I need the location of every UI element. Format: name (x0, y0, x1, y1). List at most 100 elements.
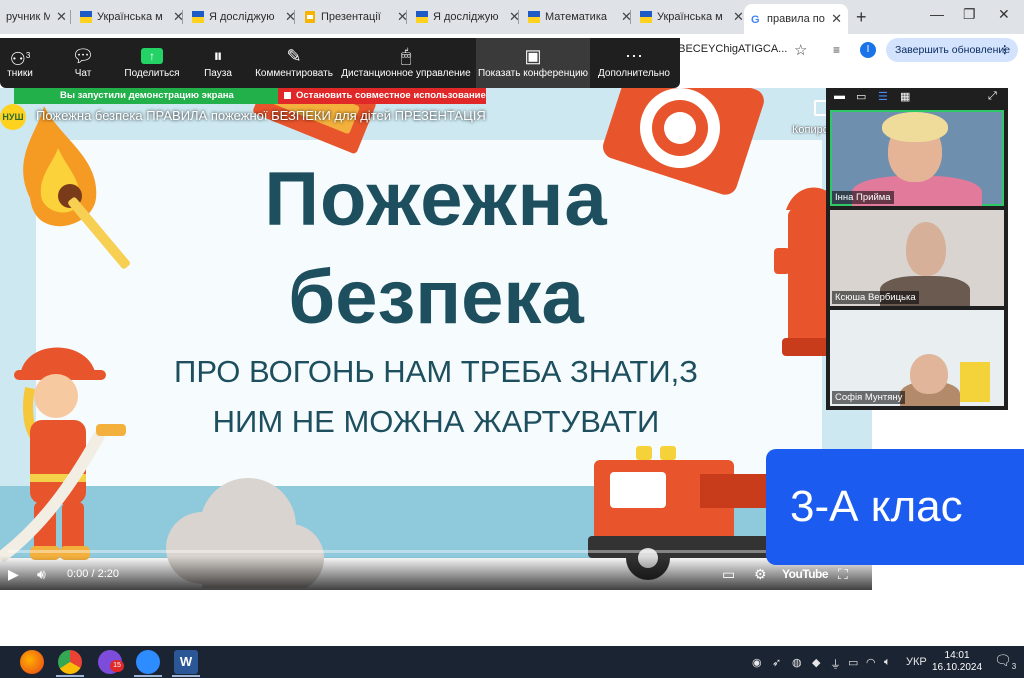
maximize-icon[interactable]: ❐ (963, 6, 976, 23)
browser-tab[interactable]: Я досліджую ✕ (410, 4, 526, 30)
more-vert-icon[interactable]: ⋮ (1000, 38, 1011, 62)
youtube-controls-bar (0, 556, 872, 590)
show-meeting-button[interactable]: ▣ Показать конференцию (476, 38, 590, 88)
zoom-icon[interactable] (136, 650, 160, 674)
plus-icon[interactable]: + (856, 7, 867, 28)
close-icon[interactable]: ✕ (831, 11, 842, 27)
minimize-icon[interactable]: — (930, 6, 944, 22)
participant-face (906, 222, 946, 276)
remote-control-button[interactable]: 🖱︎ Дистанционное управление (340, 38, 472, 88)
tab-separator (518, 10, 519, 24)
share-button[interactable]: ↑ Поделиться (118, 38, 186, 88)
youtube-logo[interactable]: YouTube (782, 567, 829, 581)
copy-link-label[interactable]: Копиро (792, 124, 829, 136)
bookmark-star-icon[interactable]: ☆ (794, 41, 807, 59)
remote-control-icon: 🖱︎ (400, 46, 412, 66)
tab-label: Презентації (321, 11, 381, 23)
browser-tab[interactable]: Я досліджую ✕ (186, 4, 302, 30)
slide-subtitle-line2: НИМ НЕ МОЖНА ЖАРТУВАТИ (212, 404, 660, 439)
browser-tab[interactable]: ручник М ✕ (0, 4, 73, 30)
tab-separator (294, 10, 295, 24)
participant-tile[interactable]: Софія Мунтяну (830, 310, 1004, 406)
address-bar-url[interactable]: gBECEYChigATIGCA... (672, 43, 787, 55)
stop-share-button[interactable]: Остановить совместное использование (278, 88, 486, 104)
participant-tile[interactable]: Ксюша Вербицька (830, 210, 1004, 306)
close-icon[interactable]: ✕ (56, 9, 67, 25)
tab-label: Українська м (97, 11, 163, 23)
pause-label: Пауза (204, 68, 232, 79)
taskbar-clock[interactable]: 14:01 16.10.2024 (932, 650, 982, 674)
desktop-screenshot: ручник М ✕ Українська м ✕ Я досліджую ✕ … (0, 0, 1024, 678)
annotate-icon: ✎ (286, 46, 302, 66)
chat-button[interactable]: 💬︎ Чат (58, 38, 108, 88)
firefox-icon[interactable] (20, 650, 44, 674)
strip-view-icon[interactable]: ☰ (878, 90, 888, 103)
slides-icon (305, 11, 315, 23)
clock-time: 14:01 (944, 650, 970, 661)
update-button[interactable]: Завершить обновление ⋮ (886, 38, 1018, 62)
participants-button[interactable]: ⚇3 тники (0, 38, 40, 88)
tab-label: ручник М (6, 11, 50, 23)
participants-count: 3 (25, 51, 31, 60)
profile-avatar[interactable]: І (860, 42, 876, 58)
battery-icon[interactable]: ▭ (848, 656, 858, 669)
more-button[interactable]: ⋯ Дополнительно (594, 38, 674, 88)
participant-name: Софія Мунтяну (832, 391, 906, 404)
browser-tab-active[interactable]: G правила пож ✕ (744, 4, 848, 34)
participant-hair (882, 112, 948, 142)
active-app-indicator (56, 675, 84, 677)
more-icon: ⋯ (625, 46, 643, 66)
update-button-label: Завершить обновление (895, 44, 1011, 56)
ukraine-flag-icon (192, 11, 204, 23)
browser-tab[interactable]: Українська м ✕ (74, 4, 190, 30)
chrome-icon[interactable] (58, 650, 82, 674)
tab-label: Я досліджую (433, 11, 499, 23)
play-icon[interactable]: ▶ (8, 566, 19, 583)
pause-button[interactable]: ⏸︎ Пауза (196, 38, 240, 88)
tray-nvidia-icon[interactable]: ◆ (812, 656, 820, 669)
notification-icon[interactable]: 🗨︎3 (994, 652, 1016, 671)
tab-label: правила пож (767, 13, 825, 25)
tab-separator (406, 10, 407, 24)
fullscreen-icon[interactable]: ⛶ (838, 566, 848, 583)
video-title[interactable]: Пожежна безпека ПРАВИЛА пожежної БЕЗПЕКИ… (36, 108, 486, 123)
tray-usb-icon[interactable]: ⏚ (830, 656, 841, 672)
language-indicator[interactable]: УКР (906, 656, 927, 668)
tray-rocket-icon[interactable]: ➶ (772, 656, 781, 669)
chat-icon: 💬︎ (71, 46, 95, 66)
viber-icon[interactable]: 15 (98, 650, 124, 674)
grid-view-icon[interactable]: ▦ (900, 90, 910, 103)
word-icon[interactable]: W (174, 650, 198, 674)
video-progress-bar[interactable] (8, 550, 864, 553)
annotate-label: Комментировать (255, 68, 333, 79)
nush-logo: НУШ (0, 104, 26, 130)
close-icon[interactable]: ✕ (733, 9, 744, 25)
zoom-participant-panel: ▬ ▭ ☰ ▦ ⤢ Інна Прийма Ксюша Вербицька Со… (826, 88, 1008, 410)
tray-zoom-icon[interactable]: ◍ (792, 656, 802, 669)
participants-icon: ⚇3 (9, 49, 31, 69)
ukraine-flag-icon (416, 11, 428, 23)
browser-tab-strip: ручник М ✕ Українська м ✕ Я досліджую ✕ … (0, 0, 1024, 34)
wifi-icon[interactable]: ◠ (866, 656, 876, 669)
single-view-icon[interactable]: ▭ (856, 90, 866, 103)
share-screen-icon: ↑ (141, 48, 163, 64)
browser-tab[interactable]: Українська м ✕ (634, 4, 750, 30)
volume-icon[interactable]: 🔊︎ (37, 566, 46, 583)
close-window-icon[interactable]: ✕ (998, 6, 1010, 23)
reading-list-icon[interactable]: ≡ (833, 43, 840, 57)
speaker-icon[interactable]: 🔈︎ (884, 656, 891, 669)
browser-tab[interactable]: Математика ✕ (522, 4, 638, 30)
youtube-player[interactable]: Пожежна безпека ПРО ВОГОНЬ НАМ ТРЕБА ЗНА… (0, 88, 872, 588)
tab-label: Українська м (657, 11, 723, 23)
active-app-indicator (172, 675, 200, 677)
subtitles-icon[interactable]: ▭ (722, 566, 735, 583)
participant-tile[interactable]: Інна Прийма (830, 110, 1004, 206)
ukraine-flag-icon (80, 11, 92, 23)
browser-tab[interactable]: Презентації ✕ (298, 4, 414, 30)
annotate-button[interactable]: ✎ Комментировать (252, 38, 336, 88)
minimize-panel-icon[interactable]: ▬ (834, 90, 845, 102)
settings-gear-icon[interactable]: ⚙ (754, 566, 767, 583)
expand-icon[interactable]: ⤢ (988, 90, 997, 103)
more-label: Дополнительно (598, 68, 670, 79)
tray-app-icon[interactable]: ◉ (752, 656, 762, 669)
